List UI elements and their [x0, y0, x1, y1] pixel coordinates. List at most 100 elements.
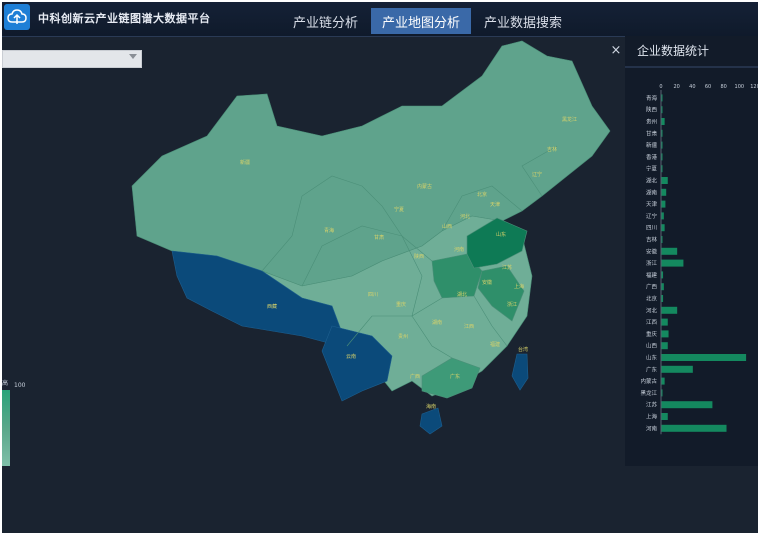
y-category-label: 内蒙古 [640, 377, 657, 385]
bar-宁夏[interactable] [661, 165, 663, 173]
bar-黑龙江[interactable] [661, 389, 663, 397]
bar-江西[interactable] [661, 318, 668, 326]
main-tabs: 产业链分析 产业地图分析 产业数据搜索 [282, 8, 575, 34]
y-category-label: 香港 [646, 153, 658, 161]
enterprise-bar-chart: 0 20 40 60 80 100 120 青海陕西贵州甘肃新疆香港宁夏湖北湖南天津辽宁四川吉… [640, 84, 758, 435]
map-label: 海南 [426, 403, 436, 410]
y-category-label: 黑龙江 [640, 389, 657, 397]
bar-河南[interactable] [661, 424, 727, 432]
bar-浙江[interactable] [661, 259, 684, 267]
bar-重庆[interactable] [661, 330, 669, 338]
bar-北京[interactable] [661, 295, 664, 302]
x-tick-label: 120 [750, 84, 758, 90]
bar-吉林[interactable] [661, 236, 663, 243]
bar-陕西[interactable] [661, 106, 663, 114]
map-label: 湖北 [457, 291, 467, 298]
bar-福建[interactable] [661, 271, 664, 279]
cloud-logo-icon [4, 4, 30, 30]
y-category-label: 安徽 [646, 247, 658, 255]
enterprise-stats-panel: 企业数据统计 0 20 40 60 80 100 120 青海陕西贵州甘肃新疆香港宁夏湖北湖南… [625, 36, 758, 466]
bar-河北[interactable] [661, 306, 678, 314]
map-label: 山东 [496, 231, 506, 238]
map-label: 安徽 [482, 279, 492, 286]
y-category-label: 河北 [646, 306, 658, 314]
map-label: 山西 [442, 223, 452, 230]
map-label: 广东 [450, 373, 460, 380]
visual-map-legend[interactable] [2, 390, 10, 466]
y-category-label: 江西 [646, 319, 658, 326]
bar-辽宁[interactable] [661, 212, 664, 220]
y-category-label: 重庆 [646, 330, 658, 338]
tab-industry-map-analysis[interactable]: 产业地图分析 [371, 8, 472, 34]
y-category-label: 北京 [646, 295, 658, 303]
map-label: 云南 [346, 353, 356, 360]
map-label: 甘肃 [374, 234, 384, 241]
y-category-label: 广东 [646, 365, 658, 373]
map-label: 福建 [490, 341, 500, 348]
province-hainan[interactable] [419, 407, 443, 435]
panel-title: 企业数据统计 [637, 44, 710, 58]
y-category-label: 青海 [646, 94, 658, 102]
bar-山西[interactable] [661, 342, 668, 350]
y-category-label: 浙江 [646, 259, 658, 267]
close-icon[interactable]: × [605, 40, 627, 62]
map-label: 重庆 [396, 301, 406, 308]
y-category-label: 贵州 [646, 118, 657, 126]
y-category-label: 上海 [646, 413, 658, 421]
bar-四川[interactable] [661, 224, 665, 232]
y-category-label: 河南 [646, 424, 658, 432]
x-tick-label: 20 [673, 84, 679, 90]
app-frame: 中科创新云产业链图谱大数据平台 产业链分析 产业地图分析 产业数据搜索 黑龙江 … [2, 2, 758, 533]
map-label: 四川 [368, 292, 378, 298]
province-taiwan[interactable] [511, 353, 529, 391]
map-label: 宁夏 [394, 206, 404, 213]
y-category-label: 广西 [646, 283, 658, 291]
map-label: 江苏 [502, 264, 512, 271]
tab-industry-chain-analysis[interactable]: 产业链分析 [282, 8, 369, 34]
map-label: 陕西 [414, 253, 424, 260]
bar-青海[interactable] [661, 94, 663, 102]
bar-广东[interactable] [661, 365, 693, 373]
y-category-label: 湖北 [646, 177, 658, 185]
x-tick-label: 80 [720, 84, 726, 90]
map-label: 吉林 [547, 146, 557, 153]
top-bar: 中科创新云产业链图谱大数据平台 产业链分析 产业地图分析 产业数据搜索 [2, 2, 758, 37]
map-label: 黑龙江 [562, 116, 577, 123]
bar-广西[interactable] [661, 283, 664, 291]
bar-上海[interactable] [661, 413, 668, 420]
map-label: 台湾 [518, 346, 528, 353]
x-tick-label: 40 [689, 84, 695, 90]
bar-甘肃[interactable] [661, 129, 663, 137]
map-label: 天津 [490, 201, 500, 208]
province-north-base[interactable] [131, 40, 611, 287]
y-category-label: 江苏 [646, 401, 658, 409]
y-category-label: 山西 [646, 342, 658, 350]
bar-内蒙古[interactable] [661, 377, 665, 385]
map-label: 北京 [477, 191, 487, 198]
bar-新疆[interactable] [661, 141, 663, 149]
y-category-label: 陕西 [646, 106, 658, 114]
map-label: 新疆 [240, 159, 250, 166]
y-category-label: 吉林 [646, 236, 658, 244]
bar-安徽[interactable] [661, 247, 678, 255]
map-label: 浙江 [507, 301, 517, 308]
map-label: 青海 [324, 227, 334, 234]
bar-天津[interactable] [661, 200, 666, 208]
y-category-label: 福建 [646, 271, 658, 279]
legend-max-label: 100 [14, 382, 26, 389]
y-category-label: 甘肃 [646, 129, 658, 137]
bar-湖北[interactable] [661, 177, 668, 184]
map-label: 河北 [460, 213, 470, 220]
bar-贵州[interactable] [661, 118, 665, 125]
map-label: 贵州 [398, 333, 408, 340]
bar-香港[interactable] [661, 153, 663, 161]
map-label: 江西 [464, 323, 474, 330]
x-tick-label: 0 [659, 84, 662, 90]
bar-江苏[interactable] [661, 401, 713, 409]
bar-湖南[interactable] [661, 188, 667, 196]
map-label: 上海 [514, 283, 524, 290]
map-label: 广西 [410, 373, 420, 380]
bar-山东[interactable] [661, 354, 747, 361]
y-category-label: 山东 [646, 354, 658, 362]
tab-industry-data-search[interactable]: 产业数据搜索 [473, 8, 573, 34]
